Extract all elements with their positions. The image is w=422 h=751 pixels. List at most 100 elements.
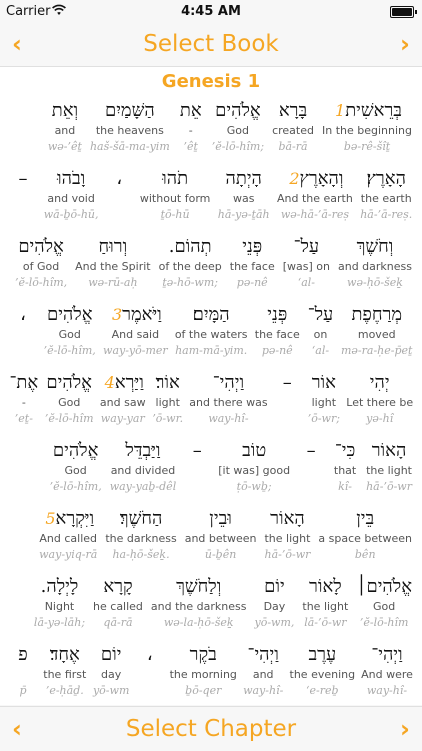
word-block[interactable]: פ p̄ — [6, 643, 40, 705]
word-block[interactable]: ، — [102, 167, 136, 231]
word-block[interactable]: תֹהוּ without form ṯō-hū — [136, 167, 214, 231]
hebrew-word: הָיְתָה — [225, 167, 261, 191]
hebrew-text: הַמָּיִם׃ — [192, 304, 230, 325]
hebrew-text: וְלַחֹשֶׁךְ — [176, 576, 222, 597]
word-block[interactable]: וְאֵת and wə-’êṯ — [44, 99, 86, 163]
word-block[interactable]: בֵּין a space between bên — [314, 507, 416, 571]
chevron-left-icon[interactable]: ‹ — [8, 717, 26, 741]
hebrew-text: – — [192, 440, 202, 461]
word-block[interactable]: אֱלֹהִים God ’ĕ-lō-hîm; — [208, 99, 268, 163]
hebrew-text: אֱלֹהִים — [18, 236, 64, 257]
word-block[interactable]: וַיֹּאמֶר3 And said way-yō-mer — [99, 303, 171, 367]
hebrew-word: הַשָּׁמַיִם — [105, 99, 155, 123]
word-block[interactable]: אוֹר׃ light ’ō-wr. — [149, 371, 187, 435]
word-block[interactable]: לָאוֹר the light lā-’ō-wr — [298, 575, 352, 639]
transliteration: bên — [354, 548, 376, 561]
word-block[interactable]: פְּנֵי the face pə-nê — [226, 235, 279, 299]
hebrew-word: – — [307, 439, 316, 463]
word-block[interactable]: פְּנֵי the face pə-nê — [251, 303, 303, 367]
word-block[interactable]: אֶחָד׃ the first ’e-ḥāḏ. — [40, 643, 90, 705]
word-block[interactable]: עַל־ on ‘al- — [303, 303, 337, 367]
word-block[interactable]: אֱלֹהִים God ’ĕ-lō-hîm — [42, 371, 97, 435]
word-block[interactable]: הַחֹשֶׁךְ׃ the darkness ha-ḥō-šeḵ. — [101, 507, 180, 571]
word-block[interactable]: מְרַחֶפֶת moved mə-ra-ḥe-p̄eṯ — [337, 303, 416, 367]
chevron-right-icon[interactable]: › — [396, 717, 414, 741]
word-block[interactable]: אֱלֹהִים God ’ĕ-lō-hîm, — [40, 303, 99, 367]
word-block[interactable]: אוֹר light ’ō-wr; — [304, 371, 343, 435]
word-block[interactable]: וְחֹשֶׁךְ and darkness wə-ḥō-šeḵ — [334, 235, 416, 299]
word-block[interactable]: וּבֵין and between ū-ḇên — [181, 507, 261, 571]
word-block[interactable]: אֱלֹהִים׀ God ’ĕ-lō-hîm — [352, 575, 416, 639]
select-book-button[interactable]: Select Book — [40, 22, 382, 66]
chapter-text[interactable]: Genesis 1 בְּרֵאשִׁית1 In the beginning bə… — [0, 67, 422, 705]
book-nav-bar: ‹ Select Book › — [0, 22, 422, 67]
word-block[interactable]: אֱלֹהִים of God ’ĕ-lō-hîm, — [11, 235, 71, 299]
transliteration: wə-’êṯ — [47, 140, 82, 153]
transliteration: wə-ḥō-šeḵ — [347, 276, 403, 289]
verse-number[interactable]: 5 — [45, 509, 55, 528]
verse-number[interactable]: 1 — [335, 101, 345, 120]
word-block[interactable]: – — [294, 439, 328, 503]
word-block[interactable]: בָּרָא created bā-rā — [268, 99, 318, 163]
hebrew-text: בָּרָא — [278, 100, 308, 121]
word-block[interactable]: קָרָא he called qā-rā — [89, 575, 147, 639]
word-block[interactable]: וָבֹהוּ and void wā-ḇō-hū, — [40, 167, 102, 231]
word-block[interactable]: וְהָאָרֶץ2 And the earth wə-hā-’ā-reṣ — [273, 167, 356, 231]
word-block[interactable]: הַמָּיִם׃ of the waters ham-mā-yim. — [171, 303, 251, 367]
word-block[interactable]: בֹקֶר the morning ḇō-qer — [167, 643, 240, 705]
chevron-left-icon[interactable]: ‹ — [8, 32, 26, 56]
word-block[interactable]: ، — [133, 643, 167, 705]
word-block[interactable]: וַיַּרְא4 and saw way-yar — [97, 371, 149, 435]
hebrew-text: עַל־ — [307, 304, 334, 325]
chevron-right-icon[interactable]: › — [396, 32, 414, 56]
hebrew-text: – — [306, 440, 316, 461]
english-gloss: of the deep — [158, 260, 222, 273]
word-block[interactable]: כִּי־ that kî- — [328, 439, 362, 503]
word-block[interactable]: אֶת־ - ’eṯ- — [6, 371, 42, 435]
word-block[interactable]: יוֹם Day yō-wm, — [250, 575, 298, 639]
verse-line: הָאָרֶץ׃ the earth hā-’ā-reṣ. וְהָאָרֶץ2 And… — [0, 163, 422, 231]
english-gloss: Day — [263, 600, 286, 613]
word-block[interactable]: אֱלֹהִים God ’ĕ-lō-hîm, — [46, 439, 106, 503]
word-block[interactable]: וַיְהִי־ and there was way-hî- — [187, 371, 271, 435]
word-block[interactable]: – — [270, 371, 304, 435]
hebrew-text: הָיְתָה — [225, 168, 262, 189]
word-block[interactable]: וַיַּבְדֵּל and divided way-yaḇ-dêl — [106, 439, 181, 503]
verse-number[interactable]: 4 — [105, 373, 115, 392]
word-block[interactable]: וַיְהִי־ and way-hî- — [240, 643, 287, 705]
verse-number[interactable]: 2 — [289, 169, 299, 188]
word-block[interactable]: עֶרֶב the evening ‘e-reḇ — [287, 643, 358, 705]
word-block[interactable]: בְּרֵאשִׁית1 In the beginning bə-rê-šîṯ — [318, 99, 416, 163]
transliteration: way-hî- — [366, 684, 408, 697]
word-block[interactable]: הָאוֹר the light hā-’ō-wr — [362, 439, 416, 503]
hebrew-word: לָיְלָה. — [41, 575, 79, 599]
hebrew-word: – — [283, 371, 292, 395]
english-gloss: the morning — [169, 668, 237, 681]
word-block[interactable]: – — [180, 439, 214, 503]
word-block[interactable]: עַל־ [was] on ‘al- — [279, 235, 334, 299]
hebrew-word: אֵת — [180, 99, 202, 123]
word-block[interactable]: וְלַחֹשֶׁךְ and the darkness wə-la-ḥō-šeḵ — [147, 575, 251, 639]
english-gloss: Let there be — [346, 396, 414, 409]
word-block[interactable]: – — [6, 167, 40, 231]
word-block[interactable]: טוֹב [it was] good ṭō-wḇ; — [214, 439, 294, 503]
word-block[interactable]: יוֹם day yō-wm — [90, 643, 133, 705]
word-block[interactable]: יְהִי Let there be yə-hî — [343, 371, 416, 435]
hebrew-text: ، — [20, 304, 26, 325]
word-block[interactable]: הַשָּׁמַיִם the heavens haš-šā-ma-yim — [86, 99, 174, 163]
word-block[interactable]: וַיִּקְרָא5 And called way-yiq-rā — [35, 507, 101, 571]
verse-number[interactable]: 3 — [112, 305, 122, 324]
transliteration: wə-rū-aḥ — [88, 276, 138, 289]
word-block[interactable]: לָיְלָה. Night lā-yə-lāh; — [30, 575, 89, 639]
word-block[interactable]: הָאוֹר the light hā-’ō-wr — [260, 507, 314, 571]
transliteration: ṯə-hō-wm; — [162, 276, 218, 289]
word-block[interactable]: ، — [6, 303, 40, 367]
word-block[interactable]: הָאָרֶץ׃ the earth hā-’ā-reṣ. — [356, 167, 416, 231]
hebrew-text: אֱלֹהִים — [46, 372, 92, 393]
word-block[interactable]: וַיְהִי־ And were way-hî- — [358, 643, 416, 705]
select-chapter-button[interactable]: Select Chapter — [40, 707, 382, 751]
word-block[interactable]: אֵת - ’êṯ — [174, 99, 208, 163]
word-block[interactable]: וְרוּחַ And the Spirit wə-rū-aḥ — [71, 235, 154, 299]
word-block[interactable]: הָיְתָה was hā-yə-ṯāh — [214, 167, 273, 231]
word-block[interactable]: תְהוֹם. of the deep ṯə-hō-wm; — [155, 235, 226, 299]
